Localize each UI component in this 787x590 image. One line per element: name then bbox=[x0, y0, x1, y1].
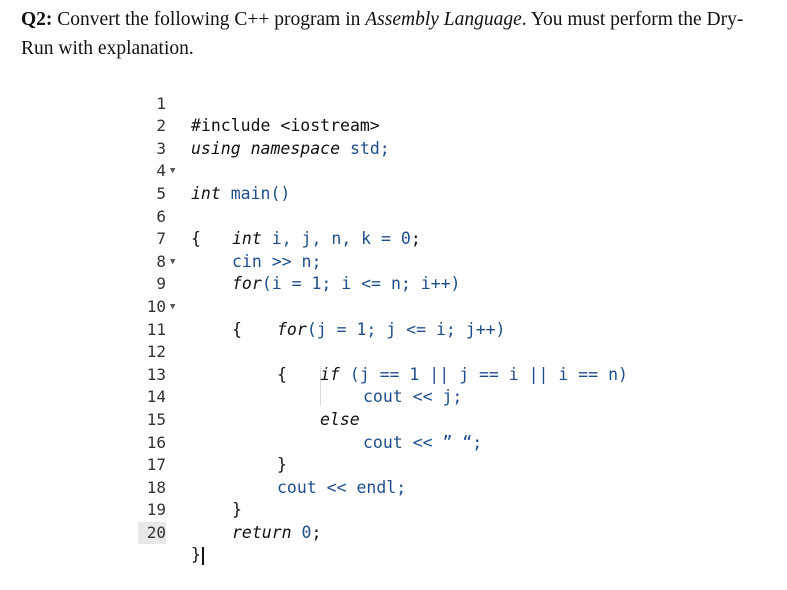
code-line-4: 4 int main() bbox=[140, 138, 700, 203]
code-line-7: 7 cin >> n; bbox=[140, 206, 700, 271]
code-line-18: 18 } bbox=[140, 454, 700, 520]
code-line-20[interactable]: 20 } bbox=[138, 499, 700, 565]
text-cursor bbox=[201, 546, 204, 565]
code-line-13: 13 cout << j; bbox=[140, 341, 700, 407]
fold-arrow-icon[interactable]: ▼ bbox=[170, 296, 175, 319]
code-line-16: 16 } bbox=[140, 409, 700, 475]
code-line-11: 11 ▼ { bbox=[140, 296, 700, 384]
question-part-1: Convert the following C++ program in bbox=[52, 9, 366, 30]
question-emphasis: Assembly Language bbox=[365, 9, 522, 30]
code-line-5: 5 ▼ { bbox=[140, 160, 700, 248]
number-literal: 0 bbox=[301, 522, 312, 542]
code-line-9: 9 ▼ { bbox=[140, 251, 700, 339]
code-line-1: 1 #include <iostream> bbox=[140, 70, 700, 136]
code-line-19: 19 return 0; bbox=[140, 477, 700, 542]
code-line-2: 2 using namespace std; bbox=[140, 93, 700, 158]
code-line-10: 10 for(j = 1; j <= i; j++) bbox=[140, 273, 700, 339]
question-text: Q2: Convert the following C++ program in… bbox=[21, 5, 771, 63]
code-text: } bbox=[191, 544, 204, 567]
code-line-12: 12 if (j == 1 || j == i || i == n) bbox=[140, 319, 700, 384]
closing-brace: } bbox=[191, 545, 201, 565]
punctuation: ; bbox=[311, 522, 322, 542]
code-text: return 0; bbox=[232, 522, 321, 545]
fold-arrow-icon[interactable]: ▼ bbox=[170, 251, 175, 274]
code-line-6: 6 int i, j, n, k = 0; bbox=[140, 183, 700, 249]
code-line-17: 17 cout << endl; bbox=[140, 432, 700, 497]
keyword: return bbox=[232, 522, 292, 542]
question-number: Q2: bbox=[21, 9, 53, 30]
code-line-15: 15 cout << ” “; bbox=[140, 386, 700, 452]
fold-arrow-icon[interactable]: ▼ bbox=[170, 160, 175, 183]
code-line-14: 14 else bbox=[140, 364, 700, 429]
code-line-3: 3 bbox=[140, 115, 700, 158]
code-line-8: 8 for(i = 1; i <= n; i++) bbox=[140, 228, 700, 294]
code-editor: 1 #include <iostream> 2 using namespace … bbox=[138, 70, 700, 565]
line-number: 20 bbox=[138, 521, 166, 545]
